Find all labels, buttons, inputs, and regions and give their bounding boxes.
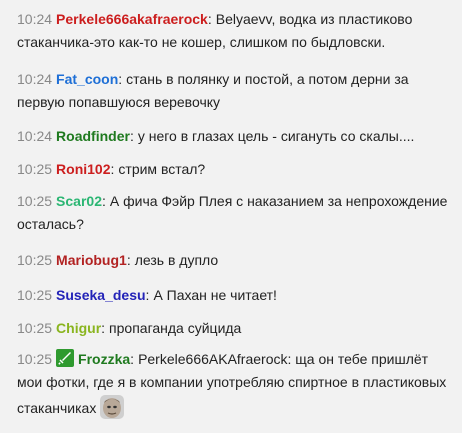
message-separator: : <box>101 320 106 336</box>
chat-message: 10:25 Roni102: стрим встал? <box>17 158 457 181</box>
chat-message: 10:24 Fat_coon: стань в полянку и постой, … <box>17 68 457 114</box>
message-separator: : <box>118 71 123 87</box>
message-username[interactable]: Chigur <box>56 320 101 336</box>
message-username[interactable]: Scar02 <box>56 193 102 209</box>
message-timestamp: 10:25 <box>17 252 53 268</box>
message-timestamp: 10:25 <box>17 161 53 177</box>
sword-icon <box>56 349 75 367</box>
message-username[interactable]: Roadfinder <box>56 128 130 144</box>
message-timestamp: 10:25 <box>17 351 53 367</box>
message-text: у него в глазах цель - сигануть со скалы… <box>137 128 415 144</box>
message-timestamp: 10:25 <box>17 193 53 209</box>
message-separator: : <box>101 193 106 209</box>
message-username[interactable]: Suseka_desu <box>56 287 146 303</box>
message-username[interactable]: Roni102 <box>56 161 110 177</box>
message-username[interactable]: Frozzka <box>78 351 130 367</box>
chat-message: 10:25 Chigur: пропаганда суйцида <box>17 317 457 340</box>
chat-message: 10:25 Mariobug1: лезь в дупло <box>17 249 457 272</box>
message-separator: : <box>110 161 115 177</box>
chat-message: 10:24 Roadfinder: у него в глазах цель - с… <box>17 125 457 148</box>
message-text: лезь в дупло <box>134 252 219 268</box>
message-timestamp: 10:24 <box>17 128 53 144</box>
message-separator: : <box>207 11 212 27</box>
face-emote-icon <box>99 394 125 420</box>
chat-log: 10:24 Perkele666akafraerock: Belyaevv, вод… <box>0 0 462 433</box>
message-timestamp: 10:25 <box>17 287 53 303</box>
message-separator: : <box>126 252 131 268</box>
chat-message: 10:25 Scar02: А фича Фэйр Плея с наказание… <box>17 190 457 236</box>
message-timestamp: 10:24 <box>17 11 53 27</box>
message-timestamp: 10:24 <box>17 71 53 87</box>
message-separator: : <box>129 128 134 144</box>
chat-message: 10:25 Frozzka: Perkele666AKAfraerock: ща о… <box>17 348 457 420</box>
message-text: стрим встал? <box>118 161 206 177</box>
message-username[interactable]: Fat_coon <box>56 71 118 87</box>
message-username[interactable]: Perkele666akafraerock <box>56 11 208 27</box>
chat-message: 10:24 Perkele666akafraerock: Belyaevv, вод… <box>17 8 457 54</box>
message-text: А Пахан не читает! <box>153 287 277 303</box>
message-text: пропаганда суйцида <box>109 320 242 336</box>
message-separator: : <box>130 351 135 367</box>
message-timestamp: 10:25 <box>17 320 53 336</box>
message-separator: : <box>145 287 150 303</box>
message-username[interactable]: Mariobug1 <box>56 252 127 268</box>
chat-message: 10:25 Suseka_desu: А Пахан не читает! <box>17 284 457 307</box>
